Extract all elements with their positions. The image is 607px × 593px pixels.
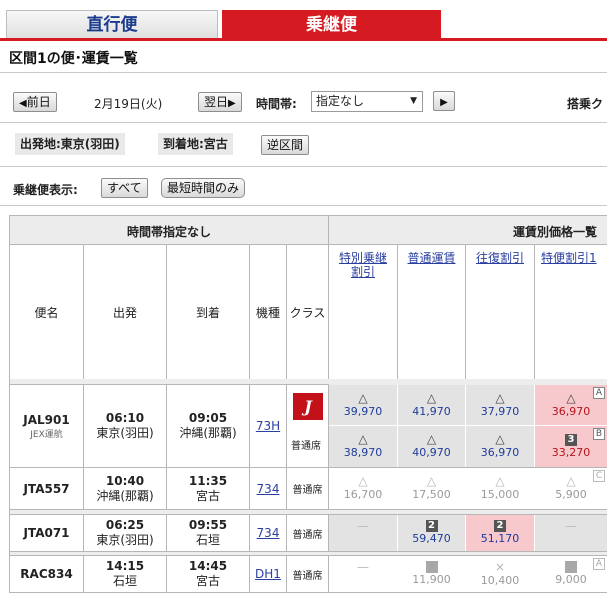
depart-cell: 14:15 石垣	[83, 555, 167, 593]
divider	[0, 166, 607, 167]
fare-cell[interactable]: △ 17,500	[398, 468, 465, 509]
fare-cell[interactable]: △ 37,970	[466, 385, 534, 425]
table-row: RAC834	[9, 555, 84, 593]
fare-tag: B	[593, 428, 605, 440]
next-day-button[interactable]: 翌日▶	[198, 92, 242, 112]
time-range-header: 時間帯指定なし	[9, 215, 329, 245]
flight-number: RAC834	[20, 567, 73, 581]
fare-cell[interactable]: 11,900	[398, 556, 465, 592]
fare-cell: —	[329, 515, 397, 551]
fare-cell[interactable]: △ 40,970	[398, 426, 465, 467]
fare-cell[interactable]: △ 36,970 A	[535, 385, 607, 425]
fare-cell[interactable]: △ 5,900 C	[535, 468, 607, 509]
fare-cell[interactable]: 2 59,470	[398, 515, 465, 551]
destination-label: 到着地:宮古	[158, 133, 233, 155]
flight-number: JTA071	[23, 526, 70, 540]
flight-number: JTA557	[23, 481, 70, 496]
time-range-label: 時間帯:	[256, 97, 297, 111]
tab-direct-flights[interactable]: 直行便	[6, 10, 218, 40]
fare-cell: —	[535, 515, 607, 551]
tab-underline	[0, 38, 607, 41]
page-title: 区間1の便･運賃一覧	[9, 51, 138, 67]
col-header-arrive: 到着	[166, 244, 250, 380]
shortest-only-button[interactable]: 最短時間のみ	[161, 178, 246, 198]
depart-cell: 06:10 東京(羽田)	[83, 384, 167, 468]
seats-left-badge: 2	[494, 520, 506, 532]
operator-label: JEX運航	[30, 429, 63, 440]
time-range-select[interactable]: 指定なし ▼	[311, 91, 423, 112]
fare-col-special-transfer[interactable]: 特別乗継 割引	[328, 244, 398, 380]
fare-cell[interactable]: △ 15,000	[466, 468, 534, 509]
arrow-right-icon: ▶	[228, 98, 236, 109]
jal-class-logo-icon: J	[293, 393, 323, 420]
fare-tag: C	[593, 470, 605, 482]
prev-day-button[interactable]: ◀前日	[13, 92, 57, 112]
fare-cell[interactable]: △ 39,970	[329, 385, 397, 425]
passenger-class-label: 搭乗ク	[567, 97, 604, 111]
fare-list-header: 運賃別価格一覧	[328, 215, 607, 245]
class-cell: 普通席	[286, 514, 329, 552]
aircraft-link[interactable]: DH1	[255, 567, 281, 581]
fare-cell[interactable]: × 10,400	[466, 556, 534, 592]
show-all-button[interactable]: すべて	[101, 178, 148, 198]
aircraft-link[interactable]: 734	[257, 482, 280, 496]
aircraft-cell: 73H	[249, 384, 287, 468]
col-header-flight: 便名	[9, 244, 84, 380]
transfer-display-label: 乗継便表示:	[13, 183, 78, 197]
tab-transfer-flights[interactable]: 乗継便	[222, 10, 441, 40]
table-row: JAL901 JEX運航	[9, 384, 84, 468]
table-row: JTA557	[9, 467, 84, 510]
aircraft-cell: DH1	[249, 555, 287, 593]
fare-tag: A	[593, 558, 605, 570]
fare-tag: A	[593, 387, 605, 399]
origin-label: 出発地:東京(羽田)	[15, 133, 125, 155]
fare-col-tokubin1[interactable]: 特便割引1	[534, 244, 607, 380]
arrive-cell: 09:55 石垣	[166, 514, 250, 552]
class-cell: 普通席	[286, 555, 329, 593]
aircraft-link[interactable]: 73H	[256, 419, 280, 433]
selected-date: 2月19日(火)	[94, 97, 163, 111]
divider	[0, 122, 607, 123]
flight-number: JAL901	[23, 412, 70, 427]
fare-cell[interactable]: 3 33,270 B	[535, 426, 607, 467]
fare-cell[interactable]: △ 36,970	[466, 426, 534, 467]
arrive-cell: 14:45 宮古	[166, 555, 250, 593]
divider	[0, 72, 607, 73]
fare-cell[interactable]: △ 38,970	[329, 426, 397, 467]
seats-left-badge: 3	[565, 433, 577, 446]
table-row: JTA071	[9, 514, 84, 552]
seats-full-badge	[565, 561, 577, 573]
arrive-cell: 09:05 沖縄(那覇)	[166, 384, 250, 468]
fare-cell: —	[329, 556, 397, 592]
fare-cell[interactable]: △ 16,700	[329, 468, 397, 509]
fare-cell[interactable]: 2 51,170	[466, 515, 534, 551]
fare-cell[interactable]: △ 41,970	[398, 385, 465, 425]
divider	[0, 205, 607, 206]
aircraft-cell: 734	[249, 467, 287, 510]
class-cell: 普通席	[286, 467, 329, 510]
reverse-route-button[interactable]: 逆区間	[261, 135, 310, 155]
fare-cell[interactable]: 9,000 A	[535, 556, 607, 592]
time-range-go-button[interactable]: ▶	[433, 91, 455, 111]
seats-full-badge	[425, 561, 438, 573]
aircraft-cell: 734	[249, 514, 287, 552]
col-header-aircraft: 機種	[249, 244, 287, 380]
arrow-left-icon: ◀	[19, 98, 27, 109]
depart-cell: 06:25 東京(羽田)	[83, 514, 167, 552]
aircraft-link[interactable]: 734	[257, 526, 280, 540]
seats-left-badge: 2	[425, 520, 438, 532]
tab-bar: 直行便 乗継便	[0, 0, 607, 41]
chevron-down-icon: ▼	[410, 96, 417, 106]
depart-cell: 10:40 沖縄(那覇)	[83, 467, 167, 510]
sold-out-icon: ×	[494, 559, 506, 574]
col-header-depart: 出発	[83, 244, 167, 380]
arrow-right-icon: ▶	[440, 97, 448, 108]
fare-col-normal[interactable]: 普通運賃	[397, 244, 466, 380]
col-header-class: クラス	[286, 244, 329, 380]
arrive-cell: 11:35 宮古	[166, 467, 250, 510]
fare-col-round-trip[interactable]: 往復割引	[465, 244, 535, 380]
